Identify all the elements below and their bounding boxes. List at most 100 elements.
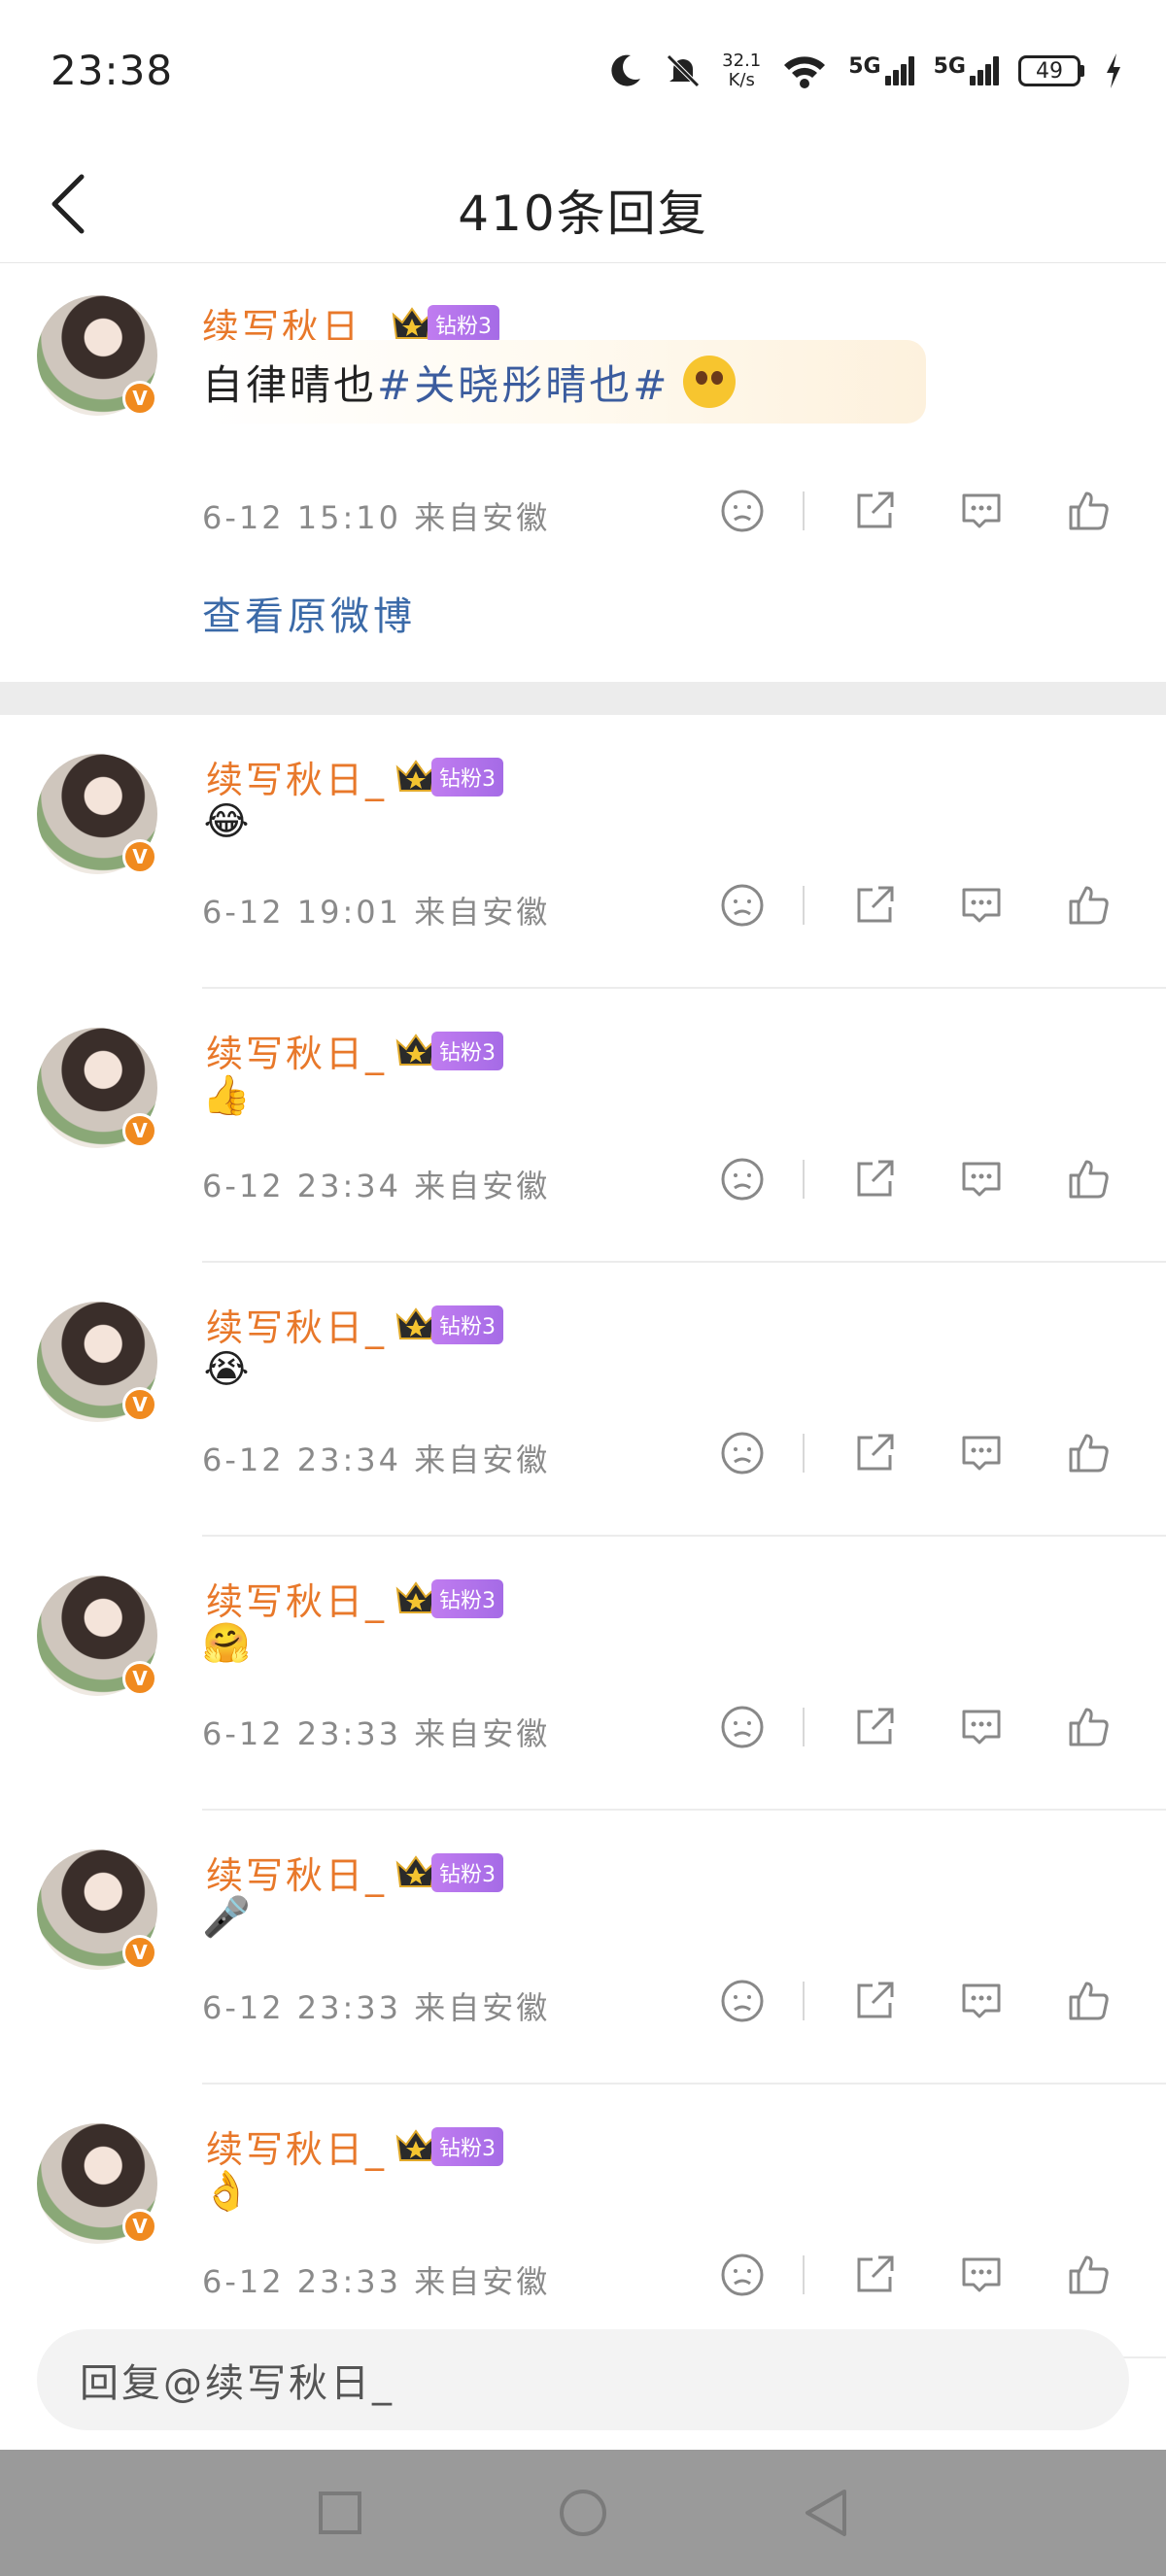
page-header: 410条回复 — [0, 146, 1166, 263]
network-speed: 32.1 K/s — [722, 51, 762, 90]
fan-badge[interactable]: 钻粉3 — [394, 1031, 504, 1070]
verified-badge: V — [122, 1387, 157, 1422]
reply-emoji: 👌 — [202, 2169, 251, 2214]
comment-button[interactable] — [954, 878, 1009, 932]
like-button[interactable] — [1061, 2248, 1115, 2302]
reply-item: V 续写秋日_ 钻粉3 👌 6-12 23:33 来自安徽 — [0, 2085, 1166, 2358]
share-icon — [857, 1708, 894, 1745]
comment-button[interactable] — [954, 484, 1009, 538]
fan-badge[interactable]: 钻粉3 — [394, 1852, 504, 1892]
reply-emoji: 😭 — [203, 1347, 250, 1392]
comment-icon — [962, 1983, 1001, 2018]
share-button[interactable] — [847, 1700, 902, 1754]
bell-off-icon — [667, 54, 700, 87]
comment-meta: 6-12 15:10 来自安徽 — [202, 499, 551, 536]
like-button[interactable] — [1061, 1974, 1115, 2028]
dislike-button[interactable] — [715, 1426, 770, 1480]
avatar[interactable]: V — [37, 754, 157, 874]
like-button[interactable] — [1061, 484, 1115, 538]
avatar[interactable]: V — [37, 1849, 157, 1970]
view-original-link[interactable]: 查看原微博 — [202, 585, 416, 641]
share-icon — [857, 2255, 894, 2292]
avatar[interactable]: V — [37, 1028, 157, 1148]
comment-actions — [715, 1700, 1115, 1754]
hashtag-link[interactable]: #关晓彤晴也# — [377, 353, 669, 412]
wifi-icon — [784, 56, 826, 88]
frown-icon — [721, 1980, 764, 2022]
username[interactable]: 续写秋日_ — [206, 1846, 387, 1899]
status-icons: 32.1 K/s 5G 5G 49 — [605, 47, 1123, 95]
reply-emoji: 😂 — [203, 799, 250, 844]
username[interactable]: 续写秋日_ — [206, 1298, 387, 1351]
thumbs-up-icon — [1069, 491, 1109, 530]
comment-meta: 6-12 19:01 来自安徽 — [202, 894, 551, 931]
like-button[interactable] — [1061, 878, 1115, 932]
share-icon — [857, 886, 894, 923]
action-divider — [803, 1708, 805, 1746]
share-button[interactable] — [847, 1974, 902, 2028]
action-divider — [803, 1160, 805, 1199]
battery-icon: 49 — [1018, 55, 1084, 86]
like-button[interactable] — [1061, 1426, 1115, 1480]
like-button[interactable] — [1061, 1700, 1115, 1754]
comment-icon — [962, 1710, 1001, 1745]
comment-button[interactable] — [954, 1152, 1009, 1206]
comment-text: 自律晴也 #关晓彤晴也# — [202, 340, 926, 424]
like-button[interactable] — [1061, 1152, 1115, 1206]
avatar[interactable]: V — [37, 2123, 157, 2244]
circle-icon — [560, 2490, 606, 2536]
thumbs-up-icon — [1069, 2255, 1109, 2294]
share-button[interactable] — [847, 878, 902, 932]
dislike-button[interactable] — [715, 1974, 770, 2028]
fan-badge[interactable]: 钻粉3 — [394, 1305, 504, 1344]
share-button[interactable] — [847, 1426, 902, 1480]
verified-badge: V — [122, 1113, 157, 1148]
verified-badge: V — [122, 839, 157, 874]
action-divider — [803, 886, 805, 925]
fan-badge[interactable]: 钻粉3 — [394, 2126, 504, 2166]
reply-input[interactable]: 回复@续写秋日_ — [37, 2329, 1129, 2430]
action-divider — [803, 2255, 805, 2294]
dislike-button[interactable] — [715, 2248, 770, 2302]
frown-icon — [721, 1706, 764, 1748]
moon-icon — [611, 54, 641, 86]
dislike-button[interactable] — [715, 484, 770, 538]
comment-button[interactable] — [954, 1700, 1009, 1754]
reply-emoji: 🤗 — [202, 1621, 251, 1666]
signal-icon-sim1: 5G — [848, 56, 914, 85]
comment-actions — [715, 1152, 1115, 1206]
username[interactable]: 续写秋日_ — [206, 1024, 387, 1077]
share-icon — [857, 1434, 894, 1471]
fan-badge[interactable]: 钻粉3 — [394, 1578, 504, 1618]
reply-item: V 续写秋日_ 钻粉3 🤗 6-12 23:33 来自安徽 — [0, 1537, 1166, 1811]
share-button[interactable] — [847, 484, 902, 538]
comment-button[interactable] — [954, 1426, 1009, 1480]
action-divider — [803, 1434, 805, 1473]
section-divider — [0, 682, 1166, 715]
avatar[interactable]: V — [37, 295, 157, 416]
username[interactable]: 续写秋日_ — [206, 750, 387, 803]
fan-badge[interactable]: 钻粉3 — [394, 757, 504, 797]
triangle-back-icon — [806, 2490, 846, 2536]
dislike-button[interactable] — [715, 878, 770, 932]
home-button[interactable] — [554, 2484, 612, 2542]
charging-icon — [1107, 53, 1120, 88]
username[interactable]: 续写秋日_ — [206, 1572, 387, 1625]
username[interactable]: 续写秋日_ — [206, 2119, 387, 2173]
share-button[interactable] — [847, 1152, 902, 1206]
share-icon — [857, 1982, 894, 2018]
dislike-button[interactable] — [715, 1700, 770, 1754]
back-nav-button[interactable] — [797, 2484, 855, 2542]
comment-button[interactable] — [954, 1974, 1009, 2028]
fan-badge[interactable]: 钻粉3 — [391, 304, 500, 344]
recents-button[interactable] — [311, 2484, 369, 2542]
share-button[interactable] — [847, 2248, 902, 2302]
verified-badge: V — [122, 1935, 157, 1970]
comment-icon — [962, 1162, 1001, 1197]
avatar[interactable]: V — [37, 1576, 157, 1696]
comment-button[interactable] — [954, 2248, 1009, 2302]
comment-meta: 6-12 23:34 来自安徽 — [202, 1441, 551, 1478]
reply-item: V 续写秋日_ 钻粉3 😭 6-12 23:34 来自安徽 — [0, 1263, 1166, 1537]
dislike-button[interactable] — [715, 1152, 770, 1206]
avatar[interactable]: V — [37, 1302, 157, 1422]
